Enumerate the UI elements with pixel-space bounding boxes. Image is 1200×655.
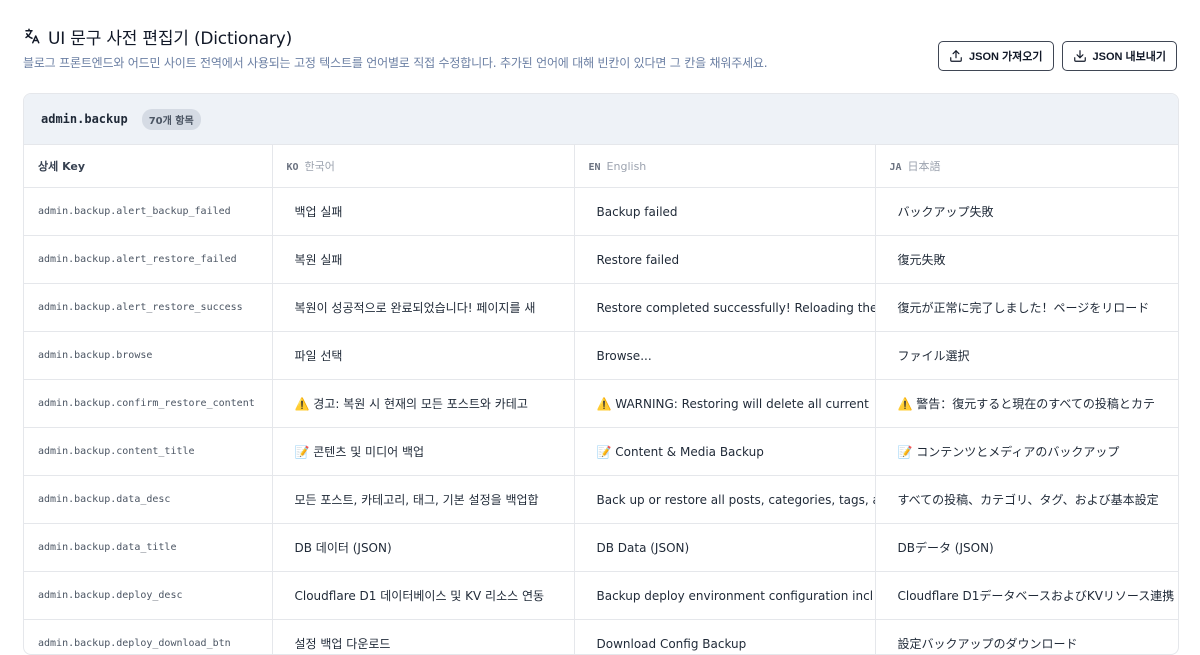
ko-value-input[interactable]: 복원 실패 [272,236,574,284]
column-header-key: 상세 Key [24,145,272,188]
ja-code: JA [890,162,902,173]
column-header-en: EN English [574,145,875,188]
page-title: UI 문구 사전 편집기 (Dictionary) [48,24,292,49]
table-row: admin.backup.data_desc 모든 포스트, 카테고리, 태그,… [24,476,1178,524]
ja-value-input[interactable]: Cloudflare D1データベースおよびKVリソース連携 [875,572,1178,620]
row-key: admin.backup.content_title [24,428,272,476]
en-value-input[interactable]: Download Config Backup [574,620,875,655]
row-key: admin.backup.deploy_download_btn [24,620,272,655]
row-key: admin.backup.data_desc [24,476,272,524]
en-value-input[interactable]: Restore failed [574,236,875,284]
table-row: admin.backup.data_title DB 데이터 (JSON) DB… [24,524,1178,572]
table-row: admin.backup.alert_restore_success 복원이 성… [24,284,1178,332]
ja-value-input[interactable]: 復元が正常に完了しました！ページをリロード [875,284,1178,332]
ja-value-input[interactable]: DBデータ (JSON) [875,524,1178,572]
download-icon [1073,49,1087,63]
json-import-button[interactable]: JSON 가져오기 [938,41,1054,71]
ja-value-input[interactable]: ファイル選択 [875,332,1178,380]
en-name: English [607,160,647,173]
json-export-label: JSON 내보내기 [1093,48,1167,64]
column-header-ko: KO 한국어 [272,145,574,188]
column-header-ja: JA 日本語 [875,145,1178,188]
ja-value-input[interactable]: バックアップ失敗 [875,188,1178,236]
ko-value-input[interactable]: 모든 포스트, 카테고리, 태그, 기본 설정을 백업합 [272,476,574,524]
dictionary-group-card: admin.backup 70개 항목 상세 Key KO 한국어 EN Engli… [23,93,1179,655]
translate-icon [23,27,41,45]
dictionary-table: 상세 Key KO 한국어 EN English JA 日本語 admin.backu… [24,145,1178,655]
json-import-label: JSON 가져오기 [969,48,1043,64]
en-value-input[interactable]: Backup failed [574,188,875,236]
en-value-input[interactable]: DB Data (JSON) [574,524,875,572]
table-row: admin.backup.alert_restore_failed 복원 실패 … [24,236,1178,284]
en-value-input[interactable]: 📝 Content & Media Backup [574,428,875,476]
group-header[interactable]: admin.backup 70개 항목 [24,94,1178,145]
row-key: admin.backup.alert_backup_failed [24,188,272,236]
ko-value-input[interactable]: 파일 선택 [272,332,574,380]
ko-name: 한국어 [305,160,335,173]
table-header-row: 상세 Key KO 한국어 EN English JA 日本語 [24,145,1178,188]
page-header: UI 문구 사전 편집기 (Dictionary) 블로그 프론트엔드와 어드민… [23,22,1177,82]
ko-value-input[interactable]: 설정 백업 다운로드 [272,620,574,655]
ja-value-input[interactable]: 設定バックアップのダウンロード [875,620,1178,655]
row-key: admin.backup.deploy_desc [24,572,272,620]
en-value-input[interactable]: Restore completed successfully! Reloadin… [574,284,875,332]
table-row: admin.backup.deploy_desc Cloudflare D1 데… [24,572,1178,620]
en-value-input[interactable]: Browse... [574,332,875,380]
row-key: admin.backup.alert_restore_failed [24,236,272,284]
ja-name: 日本語 [908,160,941,173]
ko-value-input[interactable]: 복원이 성공적으로 완료되었습니다! 페이지를 새 [272,284,574,332]
row-key: admin.backup.browse [24,332,272,380]
row-key: admin.backup.alert_restore_success [24,284,272,332]
count-badge: 70개 항목 [142,109,201,130]
en-value-input[interactable]: Back up or restore all posts, categories… [574,476,875,524]
ko-value-input[interactable]: ⚠️ 경고: 복원 시 현재의 모든 포스트와 카테고 [272,380,574,428]
group-name: admin.backup [41,112,128,126]
toolbar-actions: JSON 가져오기 JSON 내보내기 [938,41,1177,71]
ja-value-input[interactable]: 復元失敗 [875,236,1178,284]
ko-value-input[interactable]: 백업 실패 [272,188,574,236]
ko-value-input[interactable]: Cloudflare D1 데이터베이스 및 KV 리소스 연동 [272,572,574,620]
ja-value-input[interactable]: 📝 コンテンツとメディアのバックアップ [875,428,1178,476]
en-value-input[interactable]: ⚠️ WARNING: Restoring will delete all cu… [574,380,875,428]
ja-value-input[interactable]: ⚠️ 警告：復元すると現在のすべての投稿とカテ [875,380,1178,428]
table-row: admin.backup.browse 파일 선택 Browse... ファイル… [24,332,1178,380]
en-value-input[interactable]: Backup deploy environment configuration … [574,572,875,620]
json-export-button[interactable]: JSON 내보내기 [1062,41,1178,71]
table-row: admin.backup.deploy_download_btn 설정 백업 다… [24,620,1178,655]
row-key: admin.backup.confirm_restore_content [24,380,272,428]
row-key: admin.backup.data_title [24,524,272,572]
en-code: EN [589,162,601,173]
ja-value-input[interactable]: すべての投稿、カテゴリ、タグ、および基本設定 [875,476,1178,524]
ko-value-input[interactable]: 📝 콘텐츠 및 미디어 백업 [272,428,574,476]
upload-icon [949,49,963,63]
table-row: admin.backup.confirm_restore_content ⚠️ … [24,380,1178,428]
ko-code: KO [287,162,299,173]
table-row: admin.backup.content_title 📝 콘텐츠 및 미디어 백… [24,428,1178,476]
ko-value-input[interactable]: DB 데이터 (JSON) [272,524,574,572]
table-row: admin.backup.alert_backup_failed 백업 실패 B… [24,188,1178,236]
